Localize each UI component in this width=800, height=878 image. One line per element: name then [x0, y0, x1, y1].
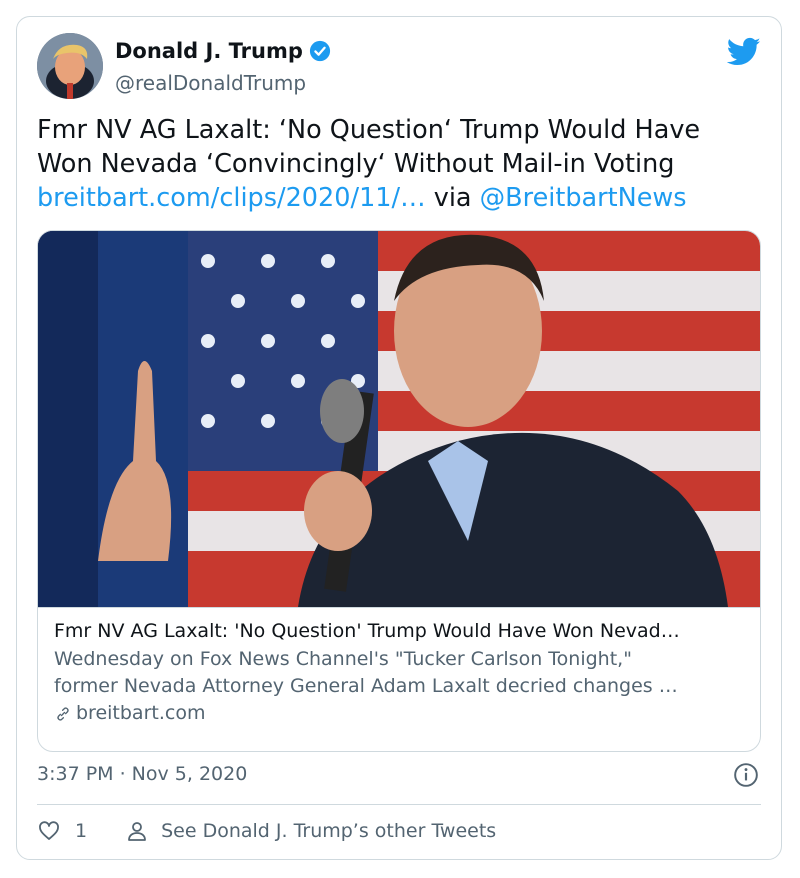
tweet-text: Fmr NV AG Laxalt: ‘No Question‘ Trump Wo…: [37, 113, 757, 215]
mention-link[interactable]: @BreitbartNews: [480, 183, 687, 213]
twitter-bird-icon[interactable]: [727, 37, 761, 67]
avatar-image: [37, 33, 103, 99]
link-preview-card[interactable]: Fmr NV AG Laxalt: 'No Question' Trump Wo…: [37, 230, 761, 752]
verified-badge-icon: [309, 40, 330, 62]
link-card-title: Fmr NV AG Laxalt: 'No Question' Trump Wo…: [54, 620, 680, 642]
like-count[interactable]: 1: [75, 820, 87, 842]
avatar[interactable]: [37, 33, 103, 99]
user-handle[interactable]: @realDonaldTrump: [115, 71, 306, 95]
link-card-info[interactable]: Fmr NV AG Laxalt: 'No Question' Trump Wo…: [38, 607, 760, 751]
divider: [37, 804, 761, 805]
person-icon: [128, 822, 146, 841]
link-card-description: Wednesday on Fox News Channel's "Tucker …: [54, 646, 744, 700]
info-icon[interactable]: [733, 762, 759, 788]
author-name-row[interactable]: Donald J. Trump: [115, 39, 331, 63]
article-photo[interactable]: [38, 231, 760, 607]
tweet-card: Donald J. Trump @realDonaldTrump Fmr NV …: [16, 16, 782, 860]
tweet-actions: 1 See Donald J. Trump’s other Tweets: [37, 819, 496, 843]
link-card-domain: breitbart.com: [76, 702, 206, 724]
link-card-description-line-1: Wednesday on Fox News Channel's "Tucker …: [54, 648, 632, 670]
heart-icon[interactable]: [37, 819, 61, 843]
link-card-domain-row: breitbart.com: [54, 700, 744, 727]
display-name[interactable]: Donald J. Trump: [115, 39, 303, 63]
tweet-text-line-1: Fmr NV AG Laxalt: ‘No Question‘ Trump Wo…: [37, 115, 701, 145]
via-text: via: [433, 183, 472, 213]
tweet-text-line-2: Won Nevada ‘Convincingly‘ Without Mail-i…: [37, 149, 675, 179]
article-link[interactable]: breitbart.com/clips/2020/11/…: [37, 183, 426, 213]
link-card-description-line-2: former Nevada Attorney General Adam Laxa…: [54, 675, 678, 697]
link-icon: [57, 707, 69, 720]
tweet-text-line-3: breitbart.com/clips/2020/11/… via @Breit…: [37, 181, 757, 215]
see-other-tweets-link[interactable]: See Donald J. Trump’s other Tweets: [161, 820, 496, 842]
tweet-timestamp[interactable]: 3:37 PM · Nov 5, 2020: [37, 763, 247, 785]
